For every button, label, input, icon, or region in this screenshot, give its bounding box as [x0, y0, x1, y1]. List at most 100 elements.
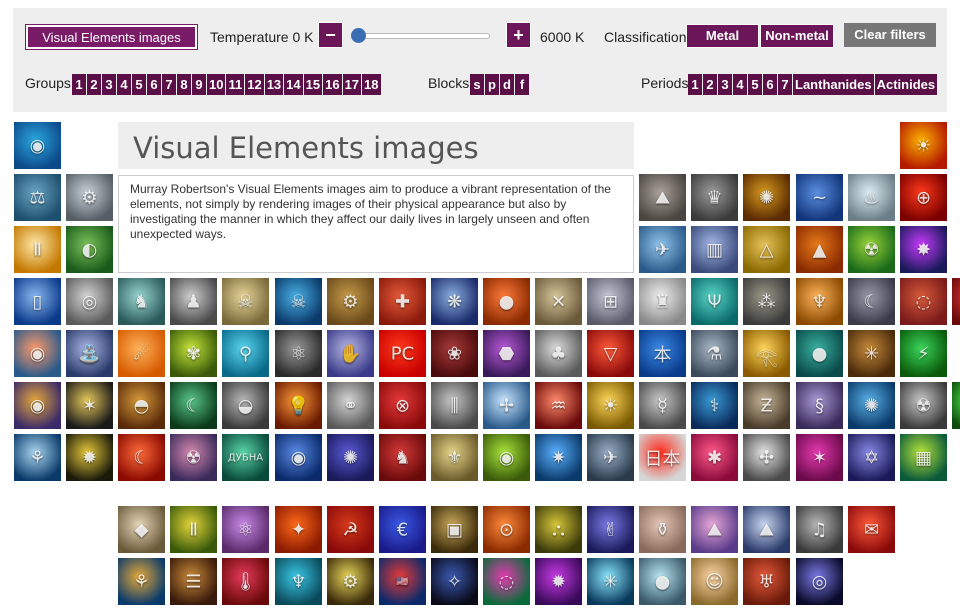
element-tile[interactable]: ◆	[118, 506, 165, 553]
element-tile[interactable]: ⚕	[691, 382, 738, 429]
period-filter-5[interactable]: 5	[748, 74, 762, 95]
element-tile[interactable]: ♒	[535, 382, 582, 429]
element-tile[interactable]: ♨	[848, 174, 895, 221]
element-tile[interactable]: ♅	[743, 558, 790, 605]
element-tile[interactable]: ♆	[796, 278, 843, 325]
element-tile[interactable]: ✧	[431, 558, 478, 605]
element-tile[interactable]: ◉	[14, 330, 61, 377]
element-tile[interactable]: ◎	[66, 278, 113, 325]
element-tile[interactable]: ☠	[222, 278, 269, 325]
element-tile[interactable]: ✈	[587, 434, 634, 481]
element-tile[interactable]: 本	[639, 330, 686, 377]
element-tile[interactable]: ⚘	[118, 558, 165, 605]
element-tile[interactable]: ●	[639, 558, 686, 605]
element-tile[interactable]: ◉	[14, 122, 61, 169]
element-tile[interactable]: ▲	[796, 226, 843, 273]
group-filter-5[interactable]: 5	[132, 74, 146, 95]
element-tile[interactable]: ✹	[535, 558, 582, 605]
element-tile[interactable]: ▥	[691, 226, 738, 273]
element-tile[interactable]: ▯	[14, 278, 61, 325]
group-filter-18[interactable]: 18	[362, 74, 381, 95]
element-tile[interactable]: ⚙	[66, 174, 113, 221]
temperature-increase-button[interactable]: +	[506, 22, 531, 48]
element-tile[interactable]: ●	[796, 330, 843, 377]
element-tile[interactable]: ◉	[275, 434, 322, 481]
element-tile[interactable]: ✺	[743, 174, 790, 221]
element-tile[interactable]: ❋	[431, 278, 478, 325]
element-tile[interactable]: ⛰	[691, 506, 738, 553]
metal-filter-button[interactable]: Metal	[686, 24, 759, 48]
group-filter-14[interactable]: 14	[284, 74, 303, 95]
element-tile[interactable]: ✶	[66, 382, 113, 429]
element-tile[interactable]: ☠	[275, 278, 322, 325]
element-tile[interactable]: ⛬	[535, 506, 582, 553]
element-tile[interactable]: ▣	[431, 506, 478, 553]
element-tile[interactable]: ⚜	[431, 434, 478, 481]
element-tile[interactable]: ⚘	[14, 434, 61, 481]
nonmetal-filter-button[interactable]: Non-metal	[760, 24, 834, 48]
element-tile[interactable]: ☢	[900, 382, 947, 429]
element-tile[interactable]: Ⅱ	[14, 226, 61, 273]
element-tile[interactable]: ❀	[431, 330, 478, 377]
block-filter-s[interactable]: s	[470, 74, 484, 95]
group-filter-3[interactable]: 3	[102, 74, 116, 95]
element-tile[interactable]: ☾	[848, 278, 895, 325]
element-tile[interactable]: ⁂	[743, 278, 790, 325]
element-tile[interactable]: ▦	[900, 434, 947, 481]
element-tile[interactable]: ◌	[900, 278, 947, 325]
element-tile[interactable]: ⬣	[483, 330, 530, 377]
element-tile[interactable]: ♞	[379, 434, 426, 481]
element-tile[interactable]: ▽	[587, 330, 634, 377]
element-tile[interactable]: ♞	[118, 278, 165, 325]
element-tile[interactable]: ⚖	[14, 174, 61, 221]
element-tile[interactable]: ✹	[66, 434, 113, 481]
period-filter-3[interactable]: 3	[718, 74, 732, 95]
group-filter-11[interactable]: 11	[226, 74, 245, 95]
element-tile[interactable]: Ⅱ	[170, 506, 217, 553]
group-filter-17[interactable]: 17	[342, 74, 362, 95]
element-tile[interactable]: ☀	[587, 382, 634, 429]
element-tile[interactable]: ◓	[118, 382, 165, 429]
temperature-slider-track[interactable]	[358, 33, 490, 39]
group-filter-15[interactable]: 15	[303, 74, 323, 95]
element-tile[interactable]: ⚛	[275, 330, 322, 377]
element-tile[interactable]: ✱	[691, 434, 738, 481]
period-filter-lanthanides[interactable]: Lanthanides	[793, 74, 874, 95]
element-tile[interactable]: ♜	[639, 278, 686, 325]
element-tile[interactable]: ♆	[275, 558, 322, 605]
element-tile[interactable]: ⚛	[222, 506, 269, 553]
element-tile[interactable]: ♣	[535, 330, 582, 377]
element-tile[interactable]: ☿	[639, 382, 686, 429]
element-tile[interactable]: ♟	[170, 278, 217, 325]
element-tile[interactable]: ⚗	[691, 330, 738, 377]
element-tile[interactable]: ✸	[900, 226, 947, 273]
element-tile[interactable]: ◎	[796, 558, 843, 605]
block-filter-d[interactable]: d	[500, 74, 514, 95]
element-tile[interactable]: ✌	[587, 506, 634, 553]
element-tile[interactable]: ✕	[535, 278, 582, 325]
period-filter-2[interactable]: 2	[703, 74, 717, 95]
group-filter-8[interactable]: 8	[177, 74, 191, 95]
element-tile[interactable]: ◉	[483, 434, 530, 481]
group-filter-13[interactable]: 13	[264, 74, 284, 95]
element-tile[interactable]: ✉	[848, 506, 895, 553]
element-tile[interactable]: ☢	[170, 434, 217, 481]
group-filter-1[interactable]: 1	[72, 74, 86, 95]
element-tile[interactable]: ✦	[275, 506, 322, 553]
element-tile[interactable]: ✺	[327, 434, 374, 481]
element-tile[interactable]: ⛰	[639, 174, 686, 221]
element-tile[interactable]: ✢	[483, 382, 530, 429]
period-filter-4[interactable]: 4	[733, 74, 747, 95]
element-tile[interactable]: Ƶ	[743, 382, 790, 429]
group-filter-9[interactable]: 9	[192, 74, 206, 95]
element-tile[interactable]: ⚡	[900, 330, 947, 377]
element-tile[interactable]: ⫼	[431, 382, 478, 429]
element-tile[interactable]: ✺	[848, 382, 895, 429]
element-tile[interactable]: ✳	[587, 558, 634, 605]
element-tile[interactable]: ☄	[118, 330, 165, 377]
element-tile[interactable]: ●	[483, 278, 530, 325]
element-tile[interactable]: РС	[379, 330, 426, 377]
element-tile[interactable]: Ψ	[691, 278, 738, 325]
group-filter-7[interactable]: 7	[162, 74, 176, 95]
element-tile[interactable]: ✳	[848, 330, 895, 377]
